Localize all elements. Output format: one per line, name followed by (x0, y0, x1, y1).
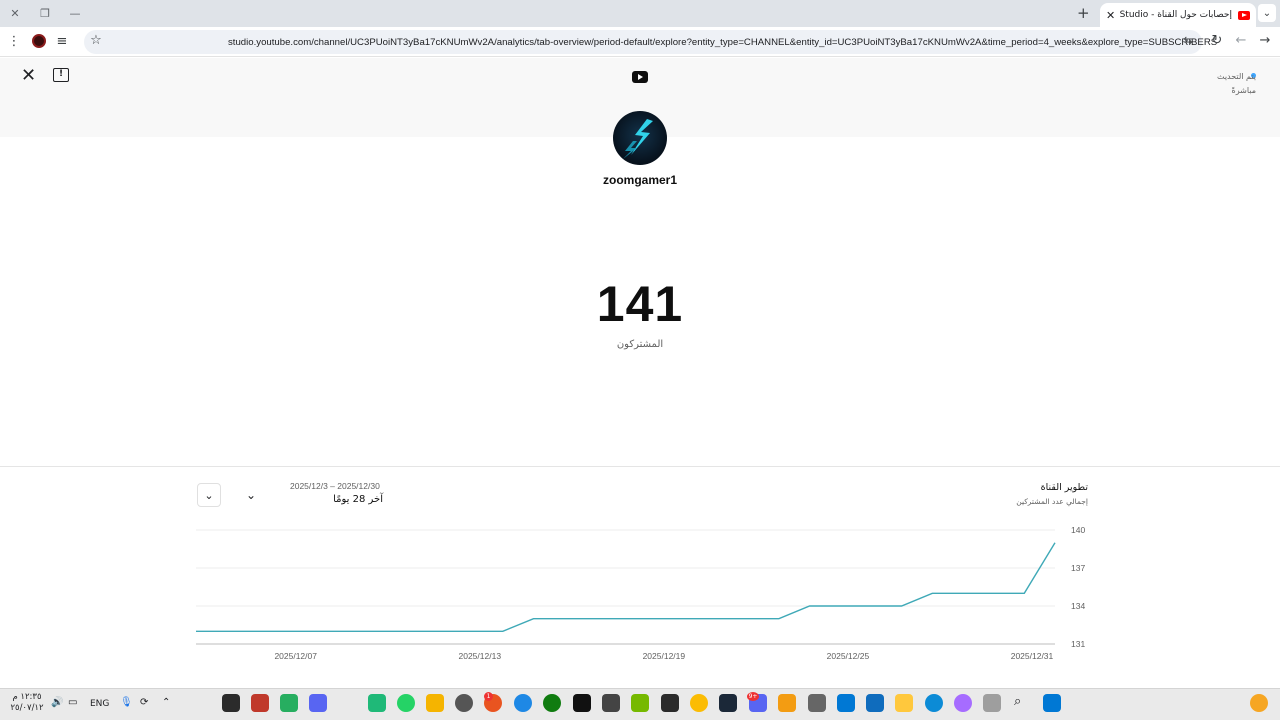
store-icon[interactable] (866, 694, 884, 712)
url-text[interactable]: studio.youtube.com/channel/UC3PUoiNT3yBa… (228, 37, 1217, 48)
steam-icon-alt[interactable] (455, 694, 473, 712)
discord-badge: 9+ (747, 692, 759, 701)
nvidia-icon[interactable] (631, 694, 649, 712)
youtube-favicon-icon (1238, 10, 1250, 20)
channel-avatar (613, 111, 667, 165)
start-windows-icon[interactable] (1043, 694, 1061, 712)
tab-title: إحصابات حول القناة - YouTube Studio (1120, 10, 1232, 20)
browser-tab[interactable]: إحصابات حول القناة - YouTube Studio ✕ (1100, 3, 1256, 27)
y-tick-label: 137 (1071, 563, 1085, 573)
site-settings-icon[interactable]: ⇆ (1180, 34, 1196, 47)
xbox-icon[interactable] (543, 694, 561, 712)
weather-icon[interactable] (1250, 694, 1268, 712)
copilot-icon[interactable] (954, 694, 972, 712)
x-tick-label: 2025/12/13 (459, 651, 502, 661)
settings-gear-icon[interactable] (808, 694, 826, 712)
network-icon[interactable]: ▭ (68, 697, 77, 708)
live-status-line2: مباشرةً (1231, 86, 1256, 95)
live-update-status: يتم التحديث مباشرةً (1217, 70, 1256, 98)
sync-icon[interactable]: ⟳ (140, 697, 148, 708)
expand-chevron-icon[interactable]: ⌄ (197, 483, 221, 507)
volume-icon[interactable]: 🔊 (51, 697, 63, 708)
tab-search-icon[interactable]: ⌄ (1258, 4, 1276, 22)
lightning-bolt-icon (623, 119, 653, 159)
subscriber-label: المشتركون (616, 339, 664, 350)
search-icon[interactable]: ⌕ (1014, 694, 1021, 709)
period-range: 2025/12/3 – 2025/12/30 (290, 481, 380, 491)
menu-dots-icon[interactable]: ⋮ (6, 34, 22, 49)
back-icon[interactable]: → (1257, 33, 1273, 48)
x-tick-label: 2025/12/25 (827, 651, 870, 661)
y-tick-label: 134 (1071, 601, 1085, 611)
window-close-icon[interactable]: ✕ (6, 5, 24, 21)
vlc-icon[interactable] (778, 694, 796, 712)
steam-icon[interactable] (719, 694, 737, 712)
window-restore-icon[interactable]: ❐ (36, 5, 54, 21)
profile-avatar[interactable] (32, 34, 46, 48)
whatsapp-desktop-icon[interactable] (368, 694, 386, 712)
task-view-icon[interactable] (983, 694, 1001, 712)
forward-icon[interactable]: ← (1233, 33, 1249, 48)
purple-app-icon[interactable] (309, 694, 327, 712)
whatsapp-icon[interactable] (397, 694, 415, 712)
notification-badge: 1 (484, 692, 493, 701)
media-player-icon[interactable] (514, 694, 532, 712)
subscribers-line-chart: 140 137 134 131 2025/12/07 2025/12/13 2025/12/… (196, 525, 1085, 661)
media-controls-icon[interactable]: ≡ (54, 34, 70, 49)
microphone-icon[interactable]: 🎙 (120, 697, 133, 708)
feedback-icon[interactable]: ! (53, 68, 69, 82)
subscriber-count: 141 (596, 276, 684, 332)
new-tab-icon[interactable]: + (1077, 4, 1090, 22)
y-tick-label: 140 (1071, 525, 1085, 535)
epic-games-launcher-icon[interactable] (661, 694, 679, 712)
chrome-icon[interactable] (690, 694, 708, 712)
chart-title: تطوير القناة (1040, 482, 1088, 493)
tab-close-icon[interactable]: ✕ (1106, 9, 1115, 22)
period-dropdown-chevron-icon[interactable]: ⌄ (246, 488, 256, 502)
reload-icon[interactable]: ↻ (1209, 33, 1225, 48)
utility-app-icon[interactable] (602, 694, 620, 712)
voice-app-icon[interactable] (251, 694, 269, 712)
outlook-icon[interactable] (837, 694, 855, 712)
subscribers-series-line[interactable] (196, 542, 1056, 633)
capcut-icon[interactable] (573, 694, 591, 712)
language-indicator[interactable]: ENG (90, 699, 109, 709)
y-tick-label: 131 (1071, 639, 1085, 649)
close-icon[interactable]: ✕ (21, 65, 36, 86)
window-minimize-icon[interactable]: — (66, 5, 84, 21)
section-divider (0, 466, 1280, 467)
epic-games-icon[interactable] (222, 694, 240, 712)
live-status-line1: يتم التحديث (1216, 72, 1256, 81)
rockstar-icon[interactable] (426, 694, 444, 712)
youtube-logo-icon (632, 71, 648, 83)
x-tick-label: 2025/12/31 (1011, 651, 1054, 661)
bookmark-star-icon[interactable]: ☆ (88, 33, 104, 48)
x-tick-label: 2025/12/07 (274, 651, 317, 661)
tray-chevron-up-icon[interactable]: ⌃ (162, 697, 170, 708)
chart-subtitle: إجمالي عدد المشتركين (1016, 497, 1088, 506)
edge-icon[interactable] (925, 694, 943, 712)
x-tick-label: 2025/12/19 (643, 651, 686, 661)
green-app-icon[interactable] (280, 694, 298, 712)
clock-date: ٢٥/٠٧/١٢ (10, 703, 44, 713)
period-label[interactable]: آخر 28 يومًا (290, 494, 383, 505)
channel-name: zoomgamer1 (602, 173, 678, 187)
clock-time: ١٢:٣٥ م (12, 692, 42, 702)
taskbar-clock[interactable]: ١٢:٣٥ م ٢٥/٠٧/١٢ (10, 692, 44, 714)
file-explorer-icon[interactable] (895, 694, 913, 712)
